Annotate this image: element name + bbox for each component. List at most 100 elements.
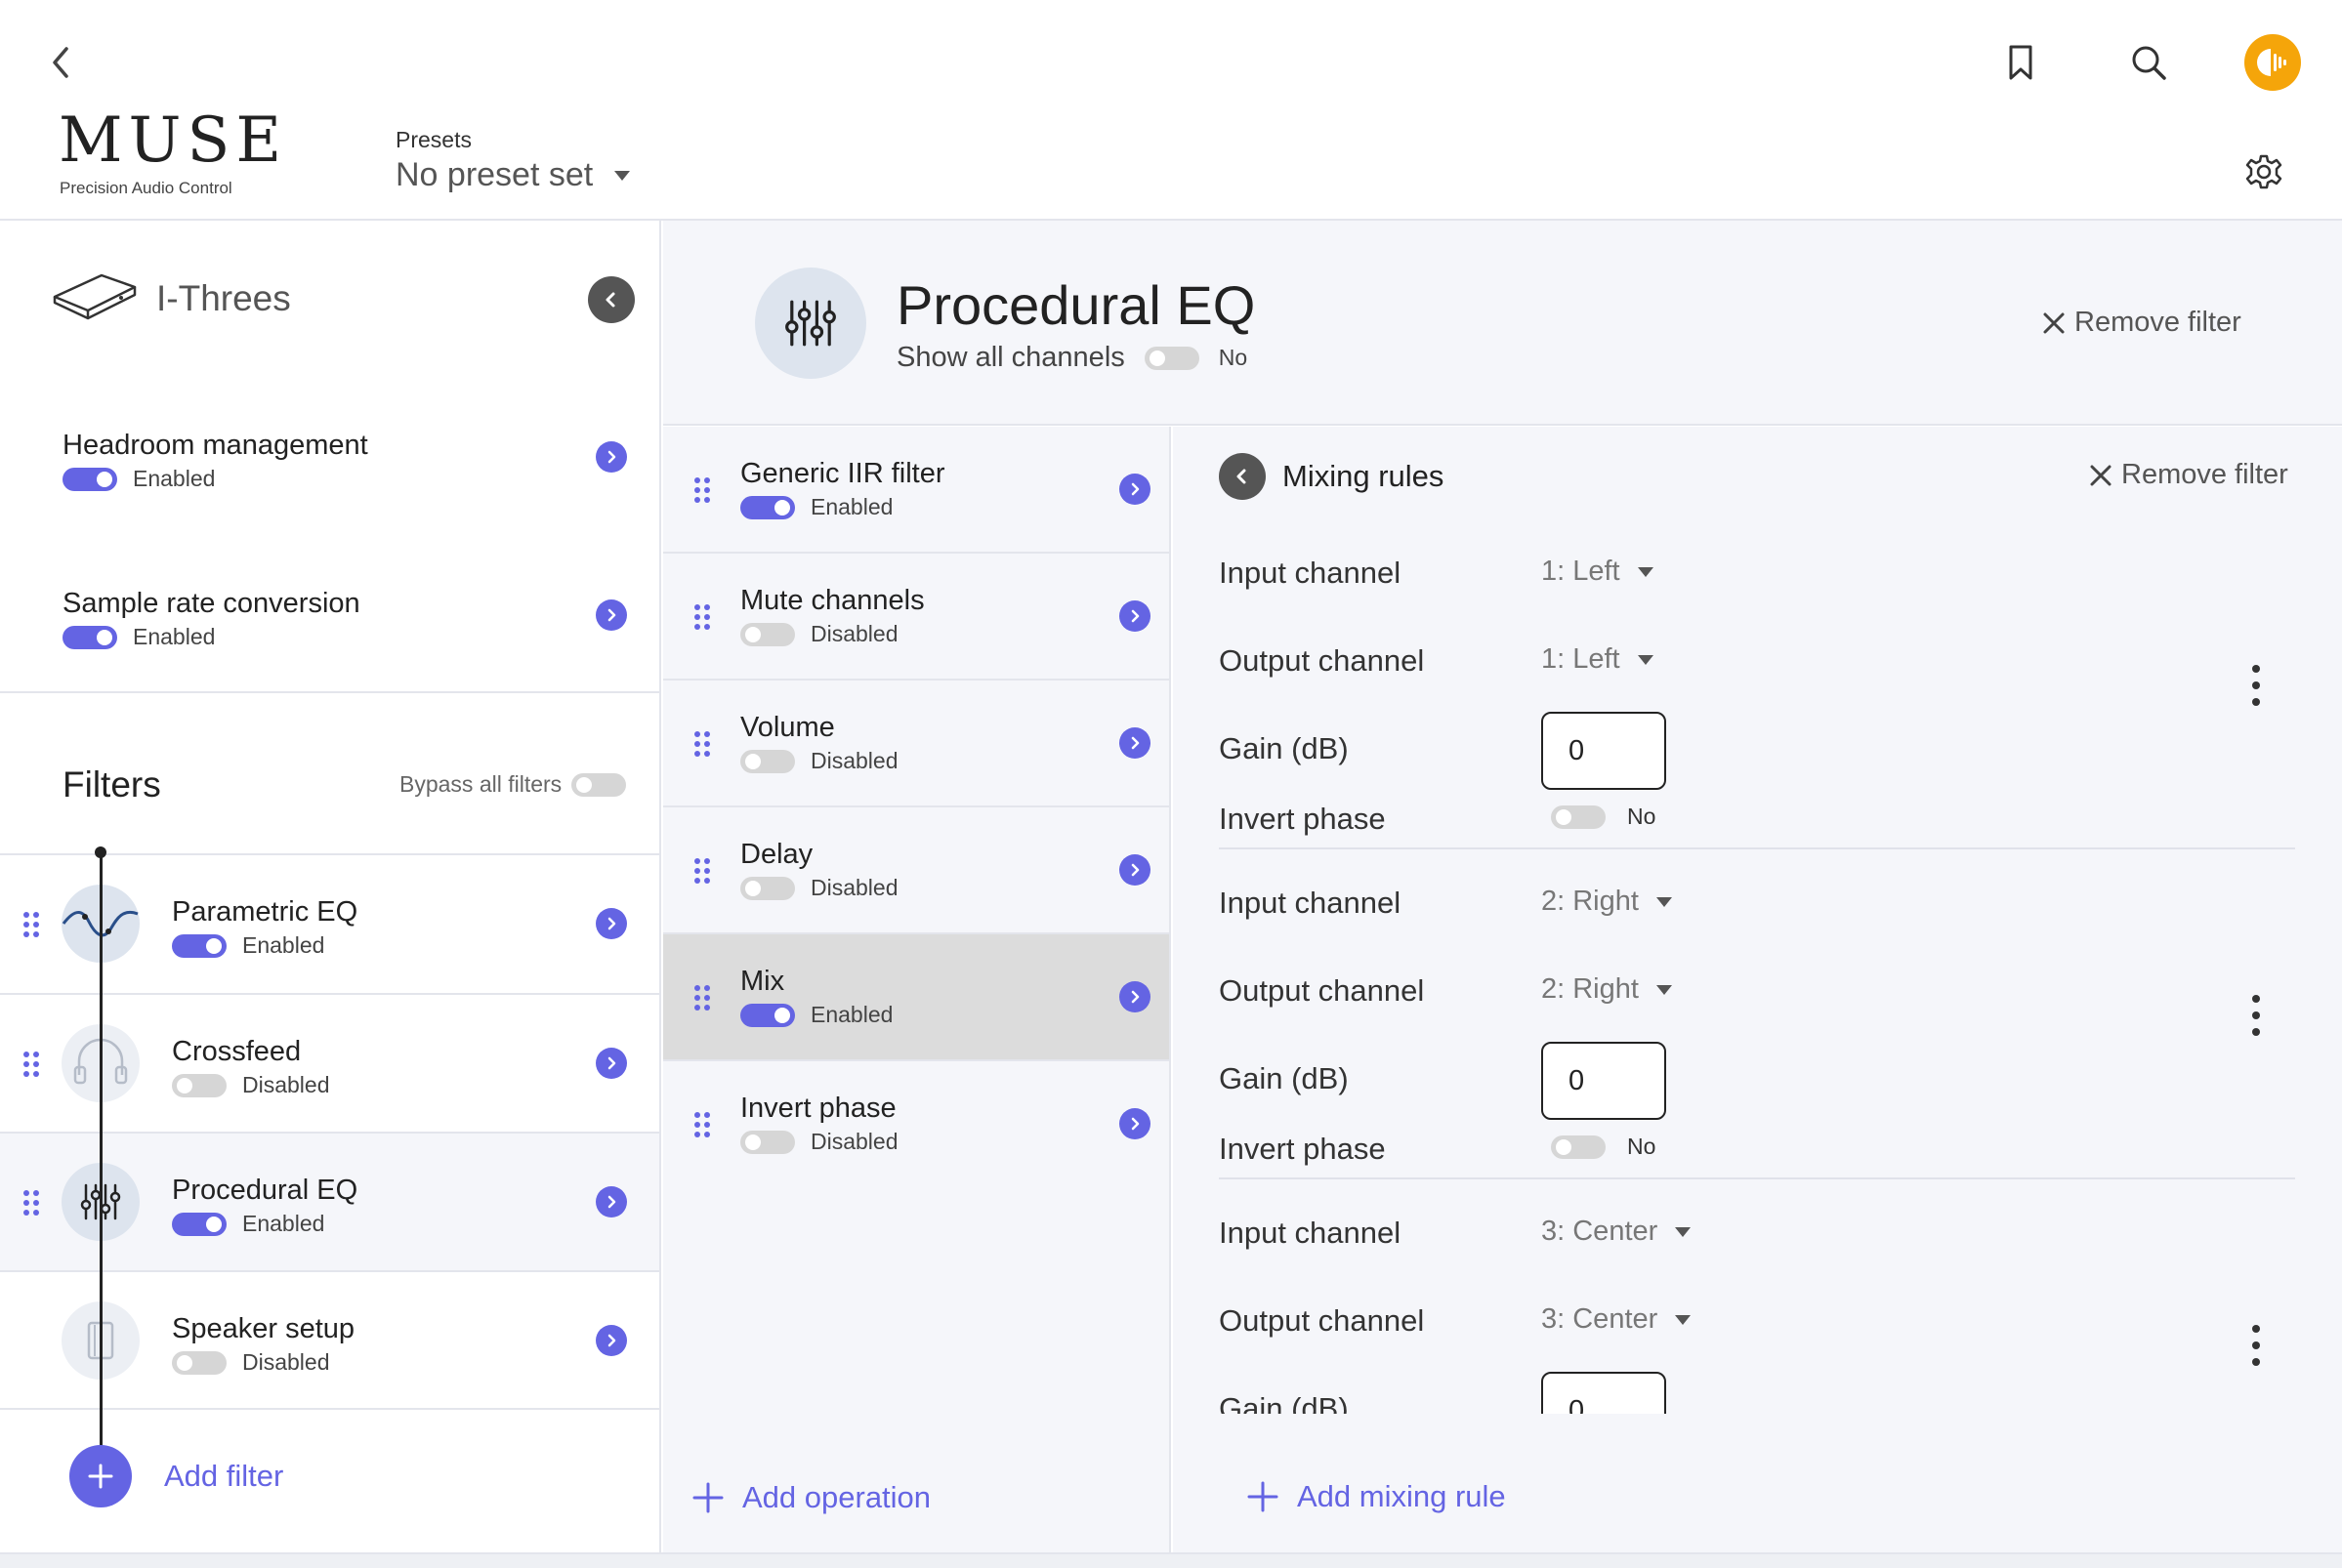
filter-open-button[interactable] [596,908,627,939]
filter-toggle[interactable] [172,1073,227,1097]
chevron-right-icon [607,608,616,622]
chevron-right-icon [1131,609,1140,623]
input-channel-dropdown[interactable]: 2: Right [1541,886,1672,918]
gear-icon[interactable] [2244,152,2283,191]
collapse-panel-button[interactable] [588,276,635,323]
invert-phase-toggle[interactable] [1551,805,1606,829]
filter-open-button[interactable] [596,1325,627,1356]
add-filter-label[interactable]: Add filter [164,1459,283,1494]
operation-open-button[interactable] [1119,600,1150,632]
divider [0,691,659,693]
headroom-open-button[interactable] [596,441,627,473]
operation-title: Invert phase [740,1093,897,1124]
chevron-right-icon [1131,990,1140,1004]
remove-filter-button[interactable]: Remove filter [2041,307,2241,339]
gain-input[interactable]: 0 [1541,1372,1666,1414]
bookmark-icon[interactable] [2004,43,2037,82]
operation-open-button[interactable] [1119,474,1150,505]
filter-toggle[interactable] [172,933,227,958]
gain-input[interactable]: 0 [1541,712,1666,790]
add-mixing-rule-button[interactable]: Add mixing rule [1246,1479,1506,1514]
operation-open-button[interactable] [1119,981,1150,1012]
operation-status: Enabled [811,494,894,519]
filters-title: Filters [63,764,161,805]
drag-handle-icon[interactable] [21,910,41,939]
invert-phase-toggle[interactable] [1551,1135,1606,1159]
operation-row-mute-channels[interactable]: Mute channels Disabled [663,554,1169,681]
operation-open-button[interactable] [1119,854,1150,886]
input-channel-dropdown[interactable]: 1: Left [1541,556,1653,588]
plus-icon [1247,1481,1278,1512]
drag-handle-icon[interactable] [692,602,712,632]
gain-label: Gain (dB) [1219,731,1349,765]
avatar[interactable] [2244,34,2301,91]
chevron-right-icon [607,1334,616,1347]
operation-status: Disabled [811,1129,899,1154]
operation-open-button[interactable] [1119,1108,1150,1139]
add-operation-button[interactable]: Add operation [691,1480,931,1515]
add-filter-button[interactable] [69,1445,132,1507]
input-channel-label: Input channel [1219,1216,1401,1250]
more-options-icon[interactable] [2251,664,2261,707]
input-channel-label: Input channel [1219,886,1401,920]
sample-rate-open-button[interactable] [596,599,627,631]
filter-toggle[interactable] [172,1350,227,1375]
invert-phase-option[interactable]: No [1551,1134,1655,1160]
output-channel-dropdown[interactable]: 1: Left [1541,643,1653,676]
output-channel-dropdown[interactable]: 3: Center [1541,1303,1692,1336]
drag-handle-icon[interactable] [21,1188,41,1217]
device-name: I-Threes [156,278,291,318]
operation-toggle[interactable] [740,1003,795,1027]
mixing-back-button[interactable] [1219,453,1266,500]
mixing-rules-list: Input channel 1: Left Output channel 1: … [1173,527,2342,1414]
drag-handle-icon[interactable] [692,983,712,1012]
drag-handle-icon[interactable] [21,1050,41,1079]
more-options-icon[interactable] [2251,994,2261,1037]
operation-open-button[interactable] [1119,727,1150,759]
rule-divider [1219,1177,2295,1179]
drag-handle-icon[interactable] [692,856,712,886]
setting-sample-rate[interactable]: Sample rate conversion Enabled [63,588,360,650]
headroom-toggle[interactable] [63,467,117,491]
invert-phase-option[interactable]: No [1551,804,1655,830]
bypass-all-filters[interactable]: Bypass all filters [399,771,627,798]
drag-handle-icon[interactable] [692,1110,712,1139]
drag-handle-icon[interactable] [692,475,712,505]
operation-title: Delay [740,839,814,870]
gain-input[interactable]: 0 [1541,1042,1666,1120]
operation-row-generic-iir[interactable]: Generic IIR filter Enabled [663,427,1169,554]
input-channel-dropdown[interactable]: 3: Center [1541,1216,1692,1248]
operation-row-invert-phase[interactable]: Invert phase Disabled [663,1061,1169,1188]
filter-status: Disabled [242,1072,330,1097]
drag-handle-icon[interactable] [692,729,712,759]
operation-row-volume[interactable]: Volume Disabled [663,681,1169,807]
bypass-toggle[interactable] [571,772,627,797]
operation-status: Disabled [811,621,899,646]
filter-open-button[interactable] [596,1186,627,1217]
show-all-channels[interactable]: Show all channels No [897,342,1247,374]
chevron-left-icon [606,292,615,308]
operation-row-mix[interactable]: Mix Enabled [663,934,1169,1061]
output-channel-dropdown[interactable]: 2: Right [1541,973,1672,1006]
search-icon[interactable] [2129,43,2168,82]
operation-toggle[interactable] [740,1130,795,1154]
gain-label: Gain (dB) [1219,1391,1349,1414]
filter-open-button[interactable] [596,1048,627,1079]
setting-headroom[interactable]: Headroom management Enabled [63,430,368,492]
more-options-icon[interactable] [2251,1324,2261,1367]
presets-dropdown[interactable]: No preset set [396,156,631,194]
operation-toggle[interactable] [740,876,795,900]
remove-mixing-filter-button[interactable]: Remove filter [2088,459,2288,491]
filter-title: Parametric EQ [172,896,358,928]
filter-toggle[interactable] [172,1212,227,1236]
bottom-edge [0,1552,2342,1568]
back-icon[interactable] [45,43,76,82]
filter-timeline [100,851,103,1476]
operation-toggle[interactable] [740,495,795,519]
operation-toggle[interactable] [740,622,795,646]
close-icon [2043,312,2065,333]
sample-rate-toggle[interactable] [63,625,117,649]
operation-toggle[interactable] [740,749,795,773]
operation-row-delay[interactable]: Delay Disabled [663,807,1169,934]
show-all-toggle[interactable] [1144,346,1199,370]
